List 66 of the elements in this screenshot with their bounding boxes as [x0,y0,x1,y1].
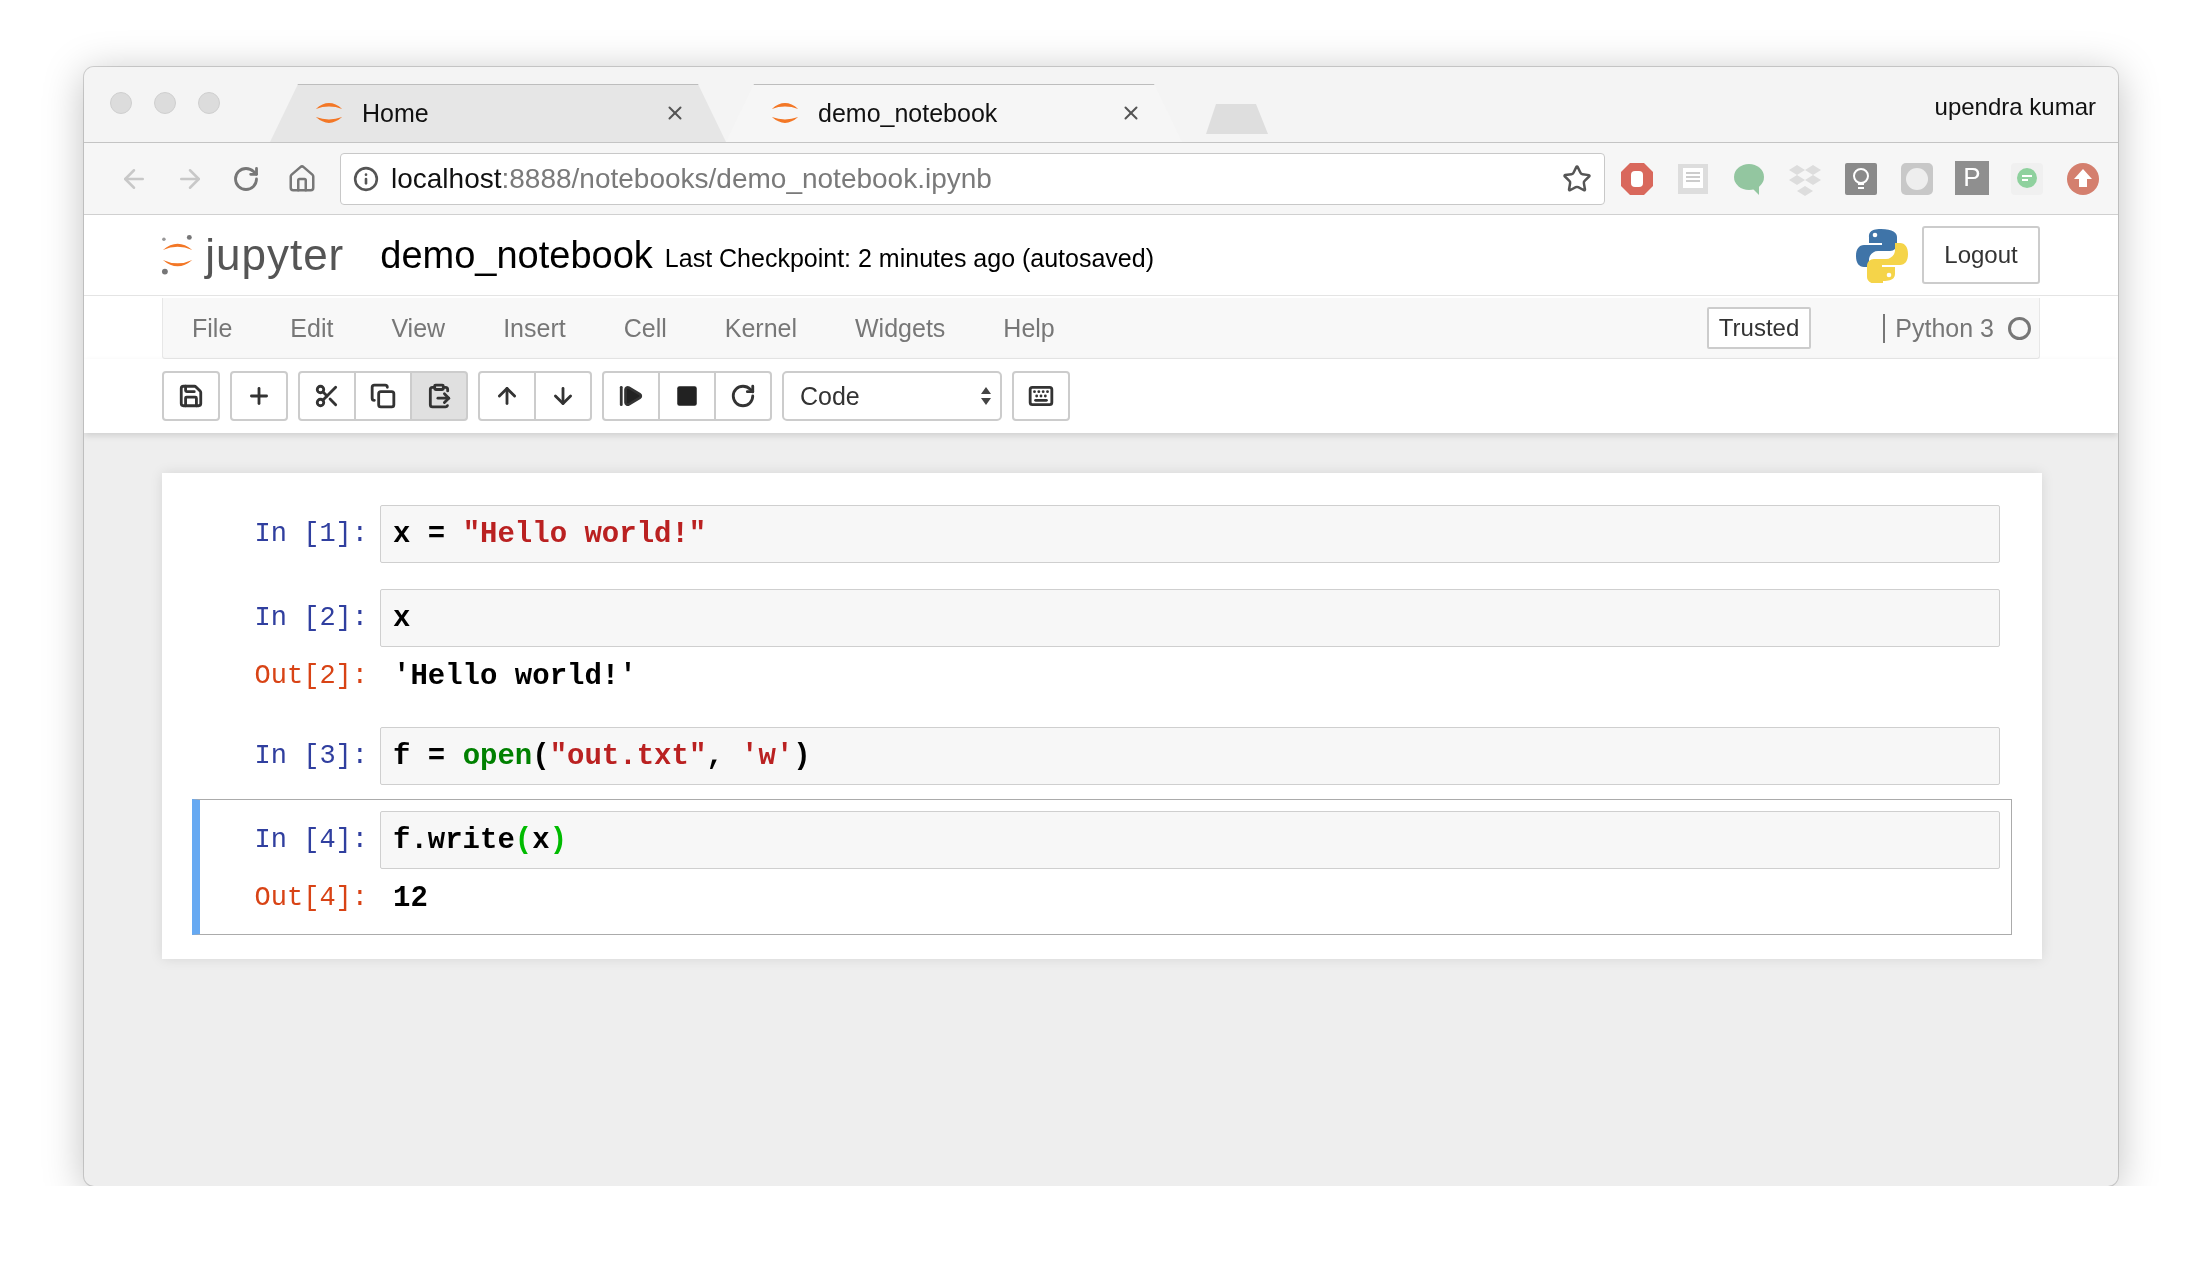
menu-item[interactable]: Widgets [826,313,975,343]
down-button[interactable] [534,371,592,421]
cut-button[interactable] [298,371,356,421]
notebook-cell[interactable]: In [1]: x = "Hello world!" [192,493,2012,575]
code-line: f.write(x) [393,823,568,857]
code-input[interactable]: x [380,589,2000,647]
notebook-name[interactable]: demo_notebook [380,233,653,277]
star-icon[interactable] [1562,163,1592,194]
logo-text[interactable]: jupyter [205,230,345,280]
kernel-name[interactable]: Python 3 [1883,313,1994,343]
notebook-cell[interactable]: In [2]: x Out[2]: 'Hello world!' [192,577,2012,713]
run-button[interactable] [602,371,660,421]
code-line: x = "Hello world!" [393,517,707,551]
menu-item[interactable]: Cell [594,313,696,343]
profile-name[interactable]: upendra kumar [1934,93,2096,121]
tile-icon[interactable] [1899,160,1935,197]
up-button[interactable] [478,371,536,421]
restart-button[interactable] [714,371,772,421]
menu-item[interactable]: Kernel [695,313,826,343]
code-line: x [393,601,411,635]
run-icon [618,383,644,409]
reload-icon[interactable] [232,164,260,193]
up-down-caret-icon [980,385,992,407]
keyboard-icon [1028,383,1054,409]
code-input[interactable]: f.write(x) [380,811,2000,869]
menu-item[interactable]: Help [974,313,1084,343]
menu-item[interactable]: Insert [474,313,595,343]
browser-tab[interactable]: Home [270,84,726,142]
stop-icon [674,383,700,409]
lightbulb-icon[interactable] [1843,160,1879,197]
python-logo-icon [1854,227,1910,283]
info-icon [353,165,379,192]
add-button[interactable] [230,371,288,421]
address-bar[interactable]: localhost:8888/notebooks/demo_notebook.ipynb [340,152,1605,205]
output-text: 12 [392,881,428,915]
restart-icon [730,383,756,409]
input-prompt: In [1]: [253,519,368,549]
checkpoint-status: Last Checkpoint: 2 minutes ago (autosaved) [664,243,1155,273]
copy-button[interactable] [354,371,412,421]
trusted-button[interactable]: Trusted [1706,307,1812,349]
menu-item[interactable]: Edit [261,313,363,343]
output-prompt: Out[4]: [253,883,368,913]
copy-icon [370,383,396,409]
paste-button[interactable] [410,371,468,421]
cell-type-dropdown[interactable]: Code [782,371,1002,421]
code-input[interactable]: f = open("out.txt", 'w') [380,727,2000,785]
output-prompt: Out[2]: [253,661,368,691]
output-text: 'Hello world!' [392,659,637,693]
save-icon [178,383,204,409]
menu-item[interactable]: File [163,313,262,343]
home-icon[interactable] [287,163,317,194]
stop-button[interactable] [658,371,716,421]
save-button[interactable] [162,371,220,421]
input-prompt: In [3]: [253,741,368,771]
paste-icon [426,383,452,409]
code-input[interactable]: x = "Hello world!" [380,505,2000,563]
menu-item[interactable]: View [362,313,475,343]
logout-button[interactable]: Logout [1922,226,2040,284]
input-prompt: In [2]: [253,603,368,633]
cut-icon [314,383,340,409]
code-line: f = open("out.txt", 'w') [393,739,811,773]
keyboard-button[interactable] [1012,371,1070,421]
notebook-cell[interactable]: In [3]: f = open("out.txt", 'w') [192,715,2012,797]
url-text: localhost:8888/notebooks/demo_notebook.ipynb [391,162,993,195]
selected-cell[interactable]: In [4]: f.write(x) Out[4]: 12 [192,799,2012,935]
input-prompt: In [4]: [253,825,368,855]
